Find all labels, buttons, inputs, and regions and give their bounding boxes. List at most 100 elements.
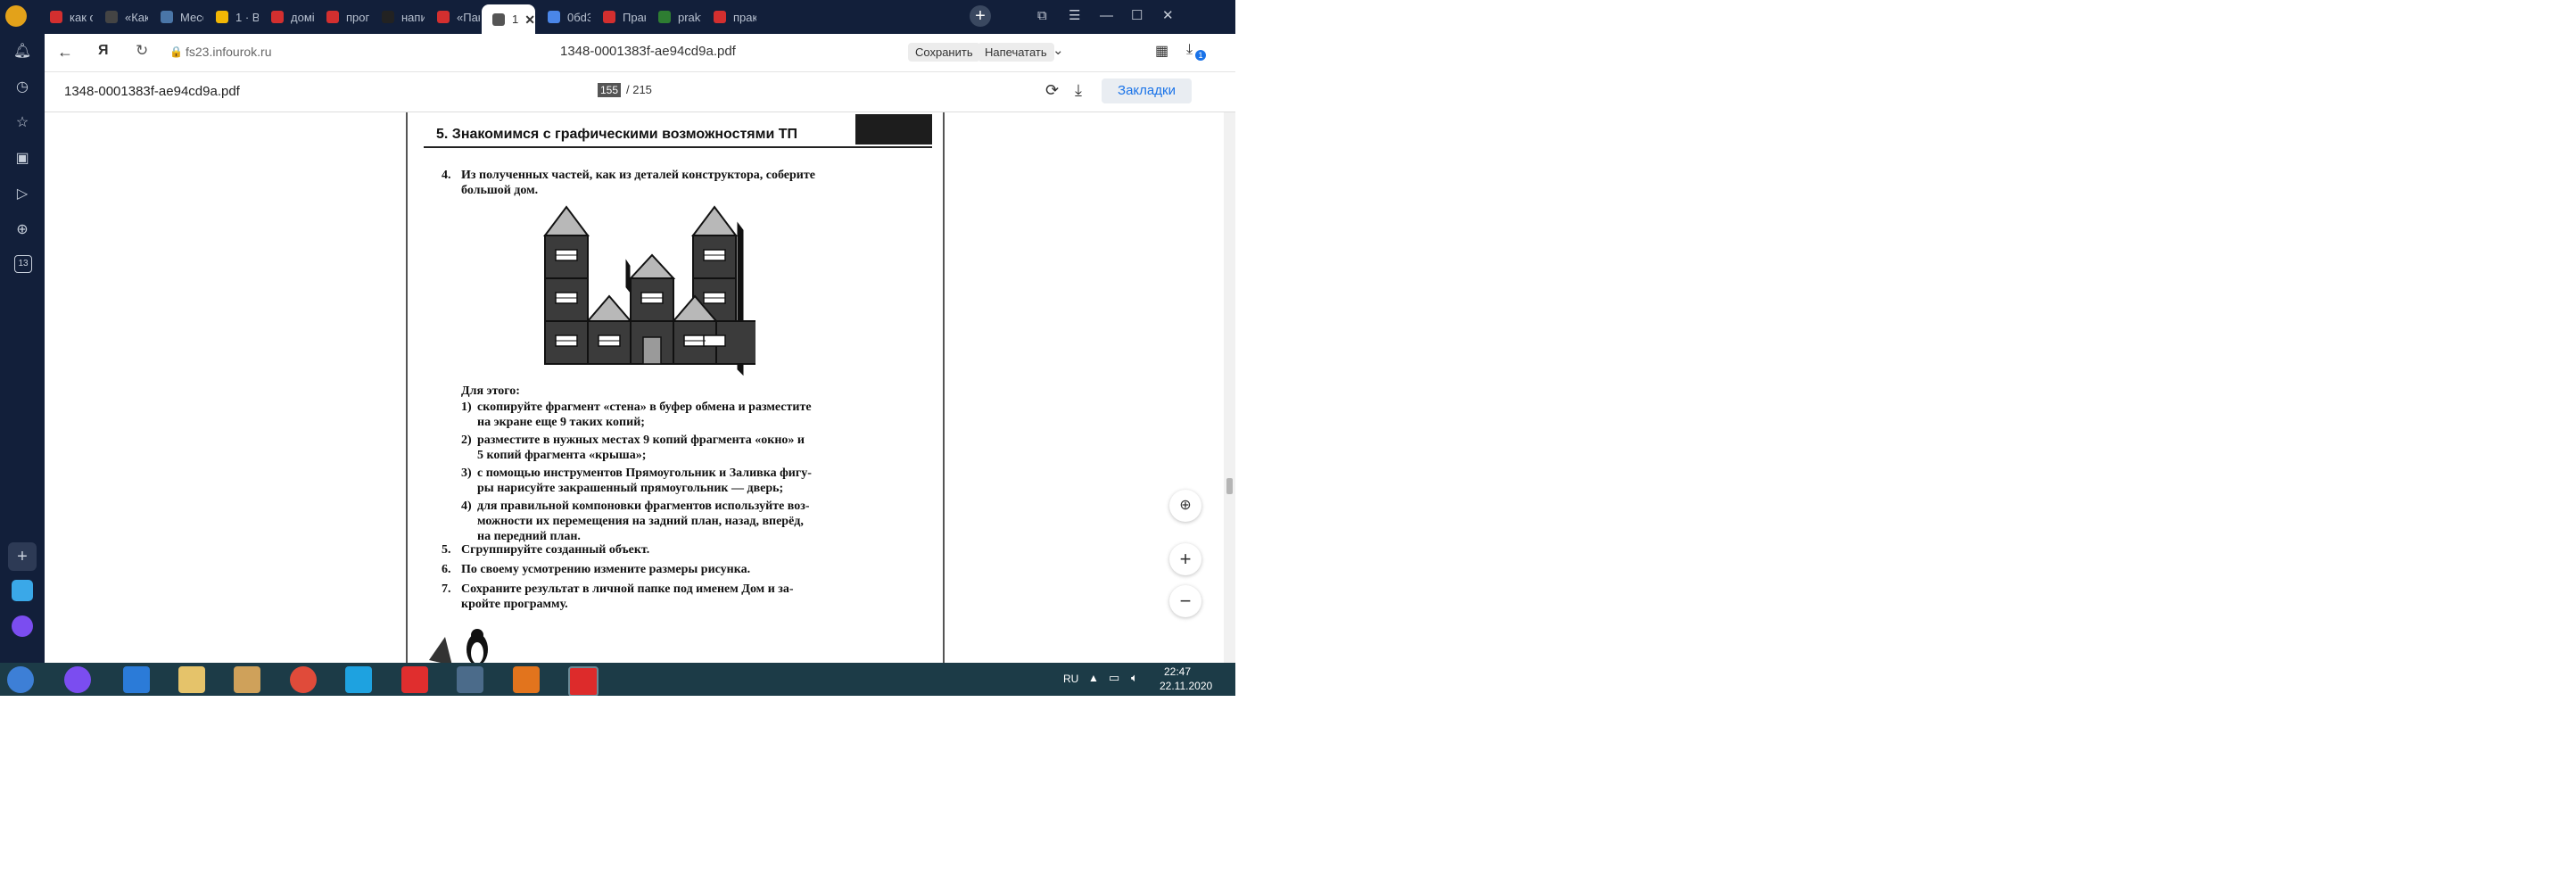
play-icon[interactable]: ▷	[12, 184, 33, 205]
tab-favicon-icon	[326, 11, 339, 23]
zoom-out-icon[interactable]: −	[1169, 585, 1201, 617]
tab-5[interactable]: домі	[260, 4, 314, 30]
item-6-text: По своему усмотрению измените размеры ри…	[461, 563, 751, 576]
tab-label: прог	[346, 10, 369, 24]
item-5-number: 5.	[442, 543, 451, 557]
media-player-icon[interactable]	[234, 666, 260, 693]
tab-11[interactable]: Прак	[592, 4, 646, 30]
step-line: для правильной компоновки фрагментов исп…	[477, 500, 810, 513]
star-icon[interactable]: ☆	[12, 112, 33, 134]
tab-favicon-icon	[492, 12, 505, 26]
scrollbar[interactable]	[1224, 112, 1235, 663]
tab-favicon-icon	[50, 11, 62, 23]
history-icon[interactable]: ◷	[12, 77, 33, 98]
tab-6[interactable]: прог	[316, 4, 369, 30]
close-tab-icon[interactable]: ✕	[524, 12, 535, 28]
bell-icon[interactable]: 🔔︎	[12, 41, 33, 62]
rotate-icon[interactable]: ⟳	[1045, 81, 1059, 100]
step-number: 4)	[461, 500, 472, 513]
add-panel-icon[interactable]: +	[8, 542, 37, 571]
tabs-count-icon[interactable]: 13	[14, 255, 32, 273]
apps-icon[interactable]: ⊕	[12, 219, 33, 241]
tab-4[interactable]: 1 · Вх	[205, 4, 259, 30]
tab-favicon-icon	[603, 11, 615, 23]
collections-icon[interactable]: ▦	[1155, 42, 1168, 60]
step-line: ры нарисуйте закрашенный прямоугольник —…	[477, 482, 784, 495]
tab-favicon-icon	[382, 11, 394, 23]
tab-label: 13	[512, 12, 519, 26]
screenshot: как с «Как Месс 1 · Вх домі прог напи «Пак 13 ✕ 0б…	[0, 0, 1235, 696]
tab-label: prakt	[678, 10, 701, 24]
volume-icon[interactable]: 🔈︎	[1131, 671, 1138, 685]
url-page-title[interactable]: 1348-0001383f-ae94cd9a.pdf	[560, 44, 736, 59]
item-5-text: Сгруппируйте созданный объект.	[461, 543, 650, 557]
pdf-filename: 1348-0001383f-ae94cd9a.pdf	[64, 84, 240, 99]
menu-icon[interactable]: ☰	[1069, 7, 1080, 25]
close-window-icon[interactable]: ✕	[1162, 7, 1174, 25]
zoom-in-icon[interactable]: +	[1169, 543, 1201, 575]
step-line: 5 копий фрагмента «крыша»;	[477, 449, 647, 462]
scrollbar-thumb[interactable]	[1226, 478, 1233, 494]
reload-icon[interactable]: ↻	[136, 42, 148, 60]
start-button-icon[interactable]	[7, 666, 34, 693]
chevron-down-icon[interactable]: ⌄	[1053, 42, 1064, 58]
item-6-number: 6.	[442, 563, 451, 576]
yandex-browser-icon[interactable]	[568, 666, 599, 696]
windows-taskbar: RU ▲ ▭ 🔈︎ 22:47 22.11.2020	[0, 663, 1235, 696]
tab-2[interactable]: «Как	[95, 4, 148, 30]
fit-page-icon[interactable]: ⊕	[1169, 490, 1201, 522]
tab-12[interactable]: prakt	[648, 4, 701, 30]
download-icon[interactable]: ⤓	[1075, 81, 1082, 100]
clock-date[interactable]: 22.11.2020	[1160, 680, 1212, 692]
collections-icon[interactable]: ▣	[12, 148, 33, 169]
tab-8[interactable]: «Пак	[426, 4, 480, 30]
file-explorer-icon[interactable]	[178, 666, 205, 693]
tab-favicon-icon	[548, 11, 560, 23]
tab-favicon-icon	[437, 11, 450, 23]
maple-app-icon[interactable]	[513, 666, 540, 693]
bookmarks-button[interactable]: Закладки	[1102, 78, 1192, 103]
pdf-toolbar: 1348-0001383f-ae94cd9a.pdf 155 / 215 ⟳ ⤓…	[45, 72, 1235, 112]
yandex-app-icon[interactable]	[401, 666, 428, 693]
page-total: / 215	[626, 83, 652, 96]
tab-3[interactable]: Месс	[150, 4, 203, 30]
house-figure	[543, 205, 755, 376]
save-button[interactable]: Сохранить	[908, 43, 980, 62]
minimize-icon[interactable]: —	[1100, 7, 1113, 25]
pdf-viewer[interactable]: 5. Знакомимся с графическими возможностя…	[45, 112, 1224, 663]
browser-menu-icon[interactable]	[5, 5, 27, 27]
tray-expand-icon[interactable]: ▲	[1088, 672, 1099, 684]
internet-explorer-icon[interactable]	[123, 666, 150, 693]
tab-manager-icon[interactable]: ⧉	[1037, 7, 1047, 25]
browser-tab-bar: как с «Как Месс 1 · Вх домі прог напи «Пак 13 ✕ 0б…	[0, 0, 1235, 34]
back-icon[interactable]: ←	[57, 43, 73, 62]
new-tab-icon[interactable]: +	[970, 5, 991, 27]
chrome-icon[interactable]	[290, 666, 317, 693]
for-this-label: Для этого:	[461, 384, 520, 398]
tab-7[interactable]: напи	[371, 4, 425, 30]
tab-9[interactable]: 13 ✕	[482, 4, 535, 34]
alice-app-icon[interactable]	[64, 666, 91, 693]
alice-icon[interactable]	[12, 615, 33, 637]
tab-10[interactable]: 0бd3	[537, 4, 590, 30]
maximize-icon[interactable]: ☐	[1131, 7, 1143, 25]
url-domain[interactable]: fs23.infourok.ru	[186, 45, 272, 59]
skype-icon[interactable]	[345, 666, 372, 693]
network-app-icon[interactable]	[457, 666, 483, 693]
language-indicator[interactable]: RU	[1063, 673, 1078, 685]
page-number-input[interactable]: 155	[598, 83, 622, 97]
print-button[interactable]: Напечатать	[978, 43, 1054, 62]
tab-favicon-icon	[714, 11, 726, 23]
clock-time[interactable]: 22:47	[1164, 665, 1191, 678]
step-line: с помощью инструментов Прямоугольник и З…	[477, 467, 812, 480]
tab-label: «Как	[125, 10, 148, 24]
messenger-icon[interactable]	[12, 580, 33, 601]
network-icon[interactable]: ▭	[1109, 671, 1119, 685]
header-decoration	[855, 114, 932, 145]
tab-1[interactable]: как с	[39, 4, 93, 30]
tab-favicon-icon	[658, 11, 671, 23]
tab-13[interactable]: прак	[703, 4, 756, 30]
lock-icon: 🔒	[169, 45, 183, 58]
yandex-icon[interactable]: Я	[98, 43, 109, 59]
downloads-icon[interactable]: ⤓	[1186, 42, 1193, 58]
